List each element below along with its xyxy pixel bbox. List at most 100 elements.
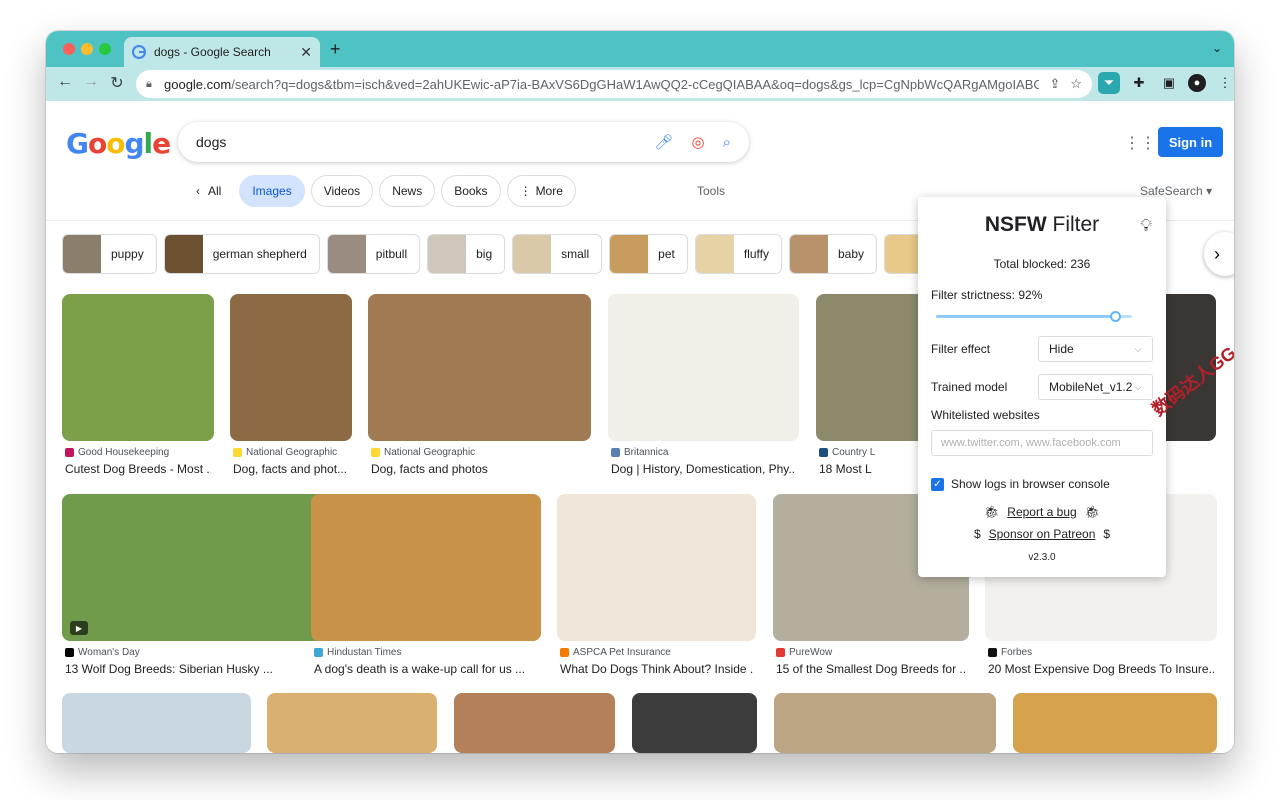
share-icon[interactable]: ⇪ — [1049, 76, 1060, 92]
filter-news[interactable]: News — [379, 175, 436, 207]
result-thumbnail[interactable] — [311, 494, 541, 641]
back-arrow-icon[interactable]: ← — [54, 73, 76, 91]
result-source[interactable]: Britannica — [611, 447, 796, 458]
more-menu-icon[interactable]: ⋮ — [1214, 72, 1234, 94]
result-caption[interactable]: Dog, facts and phot... — [233, 462, 349, 476]
result-source[interactable]: Good Housekeeping — [65, 447, 211, 458]
filter-images[interactable]: Images — [239, 175, 305, 207]
whitelist-input[interactable]: www.twitter.com, www.facebook.com — [931, 430, 1153, 456]
result-thumbnail[interactable] — [267, 693, 437, 753]
filter-videos[interactable]: Videos — [310, 175, 374, 207]
safesearch-menu[interactable]: SafeSearch ▾ — [1140, 184, 1212, 198]
zoom-window-button[interactable] — [99, 43, 111, 55]
minimize-window-button[interactable] — [81, 43, 93, 55]
image-result[interactable] — [774, 693, 996, 753]
result-source[interactable]: PureWow — [776, 647, 966, 658]
sign-in-button[interactable]: Sign in — [1158, 127, 1223, 157]
related-thumb — [164, 235, 203, 273]
result-thumbnail[interactable] — [557, 494, 756, 641]
source-name: Woman's Day — [78, 647, 140, 658]
image-result[interactable]: Good Housekeeping Cutest Dog Breeds - Mos… — [62, 294, 214, 481]
result-caption[interactable]: Dog | History, Domestication, Phy... — [611, 462, 796, 476]
tools-button[interactable]: Tools — [697, 184, 725, 198]
address-bar[interactable]: 🔒︎ google.com /search?q=dogs&tbm=isch&ve… — [136, 70, 1092, 98]
result-thumbnail[interactable] — [62, 294, 214, 441]
profile-avatar-icon[interactable]: ● — [1188, 74, 1206, 92]
result-caption[interactable]: Dog, facts and photos — [371, 462, 588, 476]
image-result[interactable]: National Geographic Dog, facts and phot..… — [230, 294, 352, 481]
result-thumbnail[interactable] — [1013, 693, 1217, 753]
related-chip[interactable]: puppy — [62, 234, 157, 274]
model-select[interactable]: MobileNet_v1.2 ⌵ — [1038, 374, 1153, 400]
reload-icon[interactable]: ↻ — [106, 73, 128, 93]
forward-arrow-icon[interactable]: → — [80, 73, 102, 91]
image-result[interactable] — [1013, 693, 1217, 753]
tab-google-search[interactable]: dogs - Google Search ✕ — [124, 37, 320, 67]
image-result[interactable] — [454, 693, 615, 753]
chevron-down-icon: ⌵ — [1134, 343, 1142, 355]
related-chip[interactable]: fluffy — [694, 234, 782, 274]
filter-all[interactable]: ‹ All — [184, 175, 233, 207]
image-result[interactable] — [267, 693, 437, 753]
sponsor-link[interactable]: Sponsor on Patreon — [989, 527, 1096, 541]
result-source[interactable]: Forbes — [988, 647, 1214, 658]
source-name: ASPCA Pet Insurance — [573, 647, 671, 658]
result-thumbnail[interactable] — [632, 693, 757, 753]
result-thumbnail[interactable] — [454, 693, 615, 753]
show-logs-checkbox[interactable]: ✓ — [931, 477, 944, 491]
related-chip[interactable]: baby — [788, 234, 877, 274]
related-next-chevron-icon[interactable]: › — [1204, 232, 1234, 276]
result-caption[interactable]: 20 Most Expensive Dog Breeds To Insure..… — [988, 662, 1214, 676]
close-window-button[interactable] — [63, 43, 75, 55]
source-favicon-icon — [988, 648, 997, 657]
filter-more[interactable]: ⋮ More — [506, 175, 576, 207]
google-favicon-icon — [132, 45, 146, 59]
strictness-slider[interactable] — [936, 311, 1132, 322]
related-chip[interactable]: big — [427, 234, 506, 274]
image-result[interactable]: Britannica Dog | History, Domestication, … — [608, 294, 799, 481]
close-tab-icon[interactable]: ✕ — [300, 44, 312, 61]
show-logs-row[interactable]: ✓ Show logs in browser console — [931, 477, 1110, 491]
related-chip[interactable]: german shepherd — [163, 234, 320, 274]
result-source[interactable]: ASPCA Pet Insurance — [560, 647, 753, 658]
filter-books[interactable]: Books — [441, 175, 501, 207]
report-bug-link[interactable]: Report a bug — [1007, 505, 1076, 519]
result-thumbnail[interactable] — [62, 693, 251, 753]
camera-lens-icon[interactable]: ◎ — [692, 133, 705, 151]
result-thumbnail[interactable] — [368, 294, 591, 441]
search-input[interactable]: dogs 🎤︎ ◎ ⌕ — [178, 122, 749, 162]
effect-select[interactable]: Hide ⌵ — [1038, 336, 1153, 362]
search-icon[interactable]: ⌕ — [723, 134, 731, 151]
result-source[interactable]: National Geographic — [233, 447, 349, 458]
related-chip[interactable]: pet — [609, 234, 688, 274]
nsfw-filter-extension-icon[interactable]: ⏷ — [1098, 72, 1120, 94]
image-result[interactable]: ASPCA Pet Insurance What Do Dogs Think Ab… — [557, 494, 756, 681]
lightbulb-icon[interactable]: 💡︎ — [1140, 216, 1152, 236]
puzzle-extensions-icon[interactable]: ✚ — [1128, 72, 1150, 94]
result-thumbnail[interactable] — [608, 294, 799, 441]
more-dots-icon: ⋮ — [519, 184, 532, 198]
side-panel-icon[interactable]: ▣ — [1158, 72, 1180, 94]
related-chip[interactable]: small — [512, 234, 603, 274]
result-caption[interactable]: A dog's death is a wake-up call for us .… — [314, 662, 538, 676]
image-result[interactable]: National Geographic Dog, facts and photos — [368, 294, 591, 481]
bookmark-star-icon[interactable]: ☆ — [1070, 76, 1082, 92]
google-logo[interactable]: Google — [66, 127, 171, 160]
popup-title: NSFW Filter — [984, 213, 1100, 236]
result-source[interactable]: National Geographic — [371, 447, 588, 458]
tab-search-chevron-icon[interactable]: ⌄ — [1212, 41, 1222, 55]
microphone-icon[interactable]: 🎤︎ — [654, 133, 673, 151]
result-thumbnail[interactable] — [230, 294, 352, 441]
result-caption[interactable]: What Do Dogs Think About? Inside ... — [560, 662, 753, 676]
image-result[interactable] — [62, 693, 251, 753]
result-source[interactable]: Hindustan Times — [314, 647, 538, 658]
image-result[interactable] — [632, 693, 757, 753]
result-thumbnail[interactable] — [774, 693, 996, 753]
new-tab-button[interactable]: + — [330, 39, 341, 60]
related-thumb — [695, 235, 734, 273]
image-result[interactable]: Hindustan Times A dog's death is a wake-u… — [311, 494, 541, 681]
related-chip[interactable]: pitbull — [326, 234, 421, 274]
result-caption[interactable]: Cutest Dog Breeds - Most ... — [65, 462, 211, 476]
result-caption[interactable]: 15 of the Smallest Dog Breeds for ... — [776, 662, 966, 676]
slider-knob[interactable] — [1110, 311, 1122, 322]
